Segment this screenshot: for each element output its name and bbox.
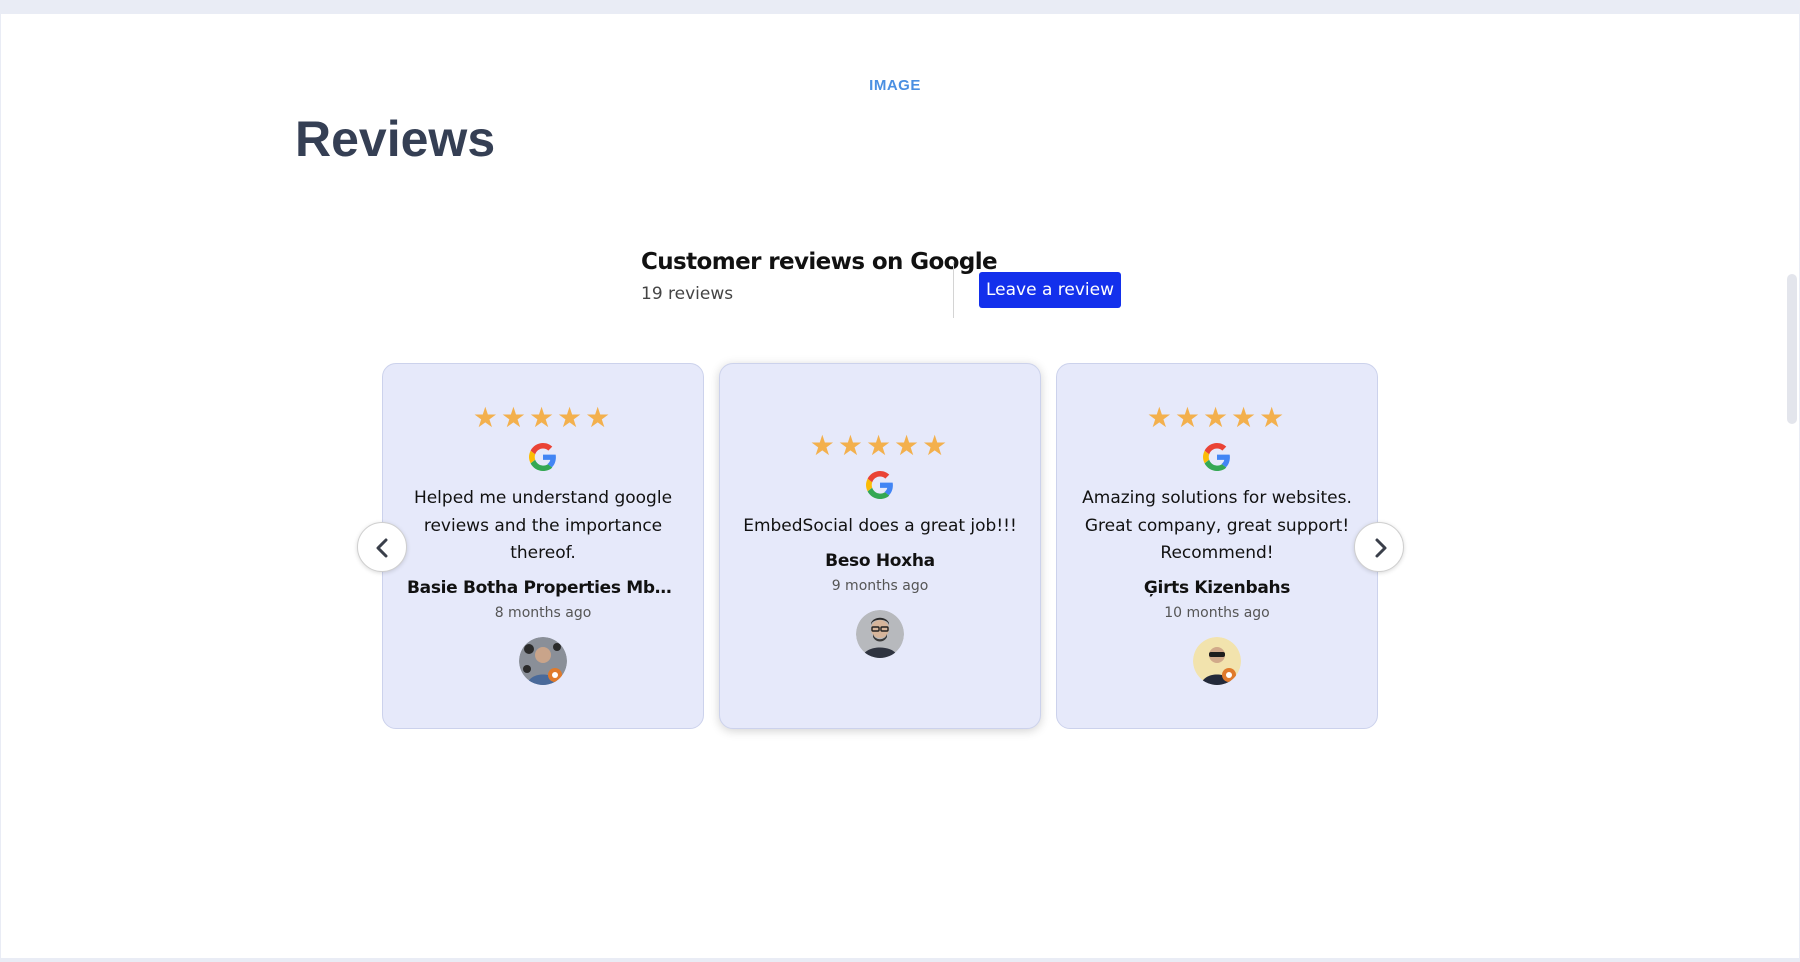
widget-title: Customer reviews on Google [641,249,998,275]
reviewer-name[interactable]: Ģirts Kizenbahs [1057,578,1377,598]
google-icon [866,471,893,499]
review-date: 9 months ago [831,577,929,594]
review-date: 10 months ago [1164,604,1270,621]
header-divider [953,262,954,318]
section-label: IMAGE [869,77,921,94]
page-title: Reviews [295,111,496,167]
prev-button[interactable] [357,522,407,572]
review-text: Helped me understand google reviews and … [413,488,673,563]
review-date: 8 months ago [494,604,592,621]
google-icon [529,443,556,471]
chevron-left-icon [376,538,388,558]
scrollbar-thumb[interactable] [1787,274,1797,424]
reviewer-avatar [856,609,904,658]
review-text: EmbedSocial does a great job!!! [743,516,1017,536]
review-card-active: ★★★★★ EmbedSocial does a great job!!! Be… [719,363,1041,729]
star-rating: ★★★★★ [1146,401,1288,434]
review-text: Amazing solutions for websites. Great co… [1082,488,1352,563]
browser-top-strip [0,0,1800,14]
reviewer-name[interactable]: Basie Botha Properties Mbombel… [383,578,703,598]
chevron-right-icon [1375,538,1387,558]
page-frame: IMAGE Reviews Customer reviews on Google… [1,14,1799,958]
review-card: ★★★★★ Amazing solutions for websites. Gr… [1056,363,1378,729]
reviewer-avatar [1193,636,1241,685]
next-button[interactable] [1354,522,1404,572]
google-icon [1203,443,1230,471]
star-rating: ★★★★★ [472,401,614,434]
widget-header: Customer reviews on Google 19 reviews [641,249,998,304]
review-card: ★★★★★ Helped me understand google review… [382,363,704,729]
reviewer-name[interactable]: Beso Hoxha [720,551,1040,571]
review-count: 19 reviews [641,284,734,304]
reviewer-avatar [519,636,567,685]
star-rating: ★★★★★ [809,429,951,462]
leave-review-button[interactable]: Leave a review [979,272,1121,308]
